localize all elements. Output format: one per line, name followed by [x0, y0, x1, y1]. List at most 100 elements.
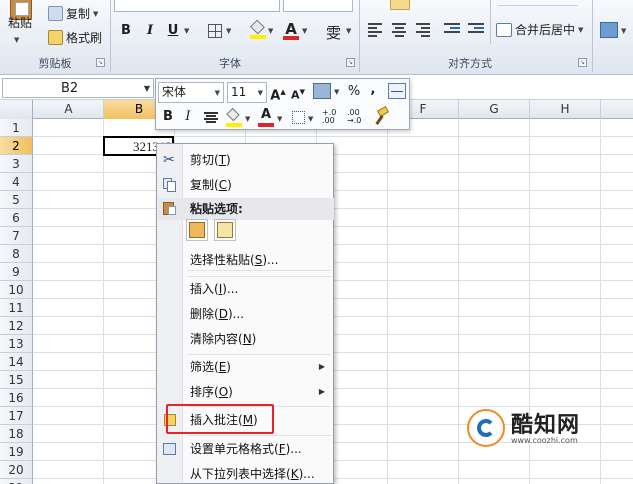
row-header-21[interactable]: 21	[0, 479, 33, 484]
group-divider	[110, 0, 111, 72]
column-header-a[interactable]: A	[34, 100, 104, 119]
chevron-down-icon[interactable]: ▼	[226, 27, 231, 35]
chevron-down-icon[interactable]: ▼	[245, 115, 250, 123]
mini-font-color-icon[interactable]: A	[258, 106, 274, 127]
ribbon-font-name-box[interactable]	[114, 0, 280, 12]
highlight-insert-comment	[166, 404, 274, 434]
merge-center-button[interactable]: 合并后居中 ▼	[496, 21, 583, 38]
menu-item-sort[interactable]: 排序(O) ▶	[157, 380, 333, 404]
chevron-down-icon[interactable]: ▼	[302, 27, 307, 35]
paste-option-values[interactable]	[214, 219, 236, 241]
menu-item-copy[interactable]: 复制(C)	[157, 173, 333, 197]
accounting-format-icon[interactable]	[313, 83, 331, 99]
row-header-19[interactable]: 19	[0, 443, 33, 461]
merge-cells-icon[interactable]	[388, 83, 406, 99]
row-header-18[interactable]: 18	[0, 425, 33, 443]
alignment-launcher-icon[interactable]: ↘	[578, 58, 587, 67]
menu-item-filter[interactable]: 筛选(E) ▶	[157, 355, 333, 379]
menu-paste-options-header: 粘贴选项:	[158, 198, 334, 220]
row-header-13[interactable]: 13	[0, 335, 33, 353]
decrease-decimal-button[interactable]: .00 →.0	[347, 109, 369, 125]
name-box[interactable]: B2 ▼	[2, 78, 154, 98]
row-header-6[interactable]: 6	[0, 209, 33, 227]
align-middle-button[interactable]	[390, 0, 410, 10]
chevron-down-icon[interactable]: ▼	[621, 27, 626, 35]
select-all-corner[interactable]	[0, 100, 33, 119]
row-header-17[interactable]: 17	[0, 407, 33, 425]
align-left-icon[interactable]	[368, 23, 382, 37]
ribbon-bold-button[interactable]: B	[116, 21, 136, 41]
name-box-value: B2	[61, 81, 79, 96]
column-header-h[interactable]: H	[530, 100, 601, 119]
decrease-indent-icon[interactable]	[444, 23, 460, 37]
mini-italic-button[interactable]: I	[180, 107, 196, 127]
chevron-down-icon[interactable]: ▼	[268, 27, 273, 35]
font-launcher-icon[interactable]: ↘	[346, 58, 355, 67]
clipboard-launcher-icon[interactable]: ↘	[96, 58, 105, 67]
font-group-label: 字体	[219, 57, 241, 70]
row-header-4[interactable]: 4	[0, 173, 33, 191]
shrink-font-button[interactable]: A▼	[290, 82, 306, 102]
row-header-15[interactable]: 15	[0, 371, 33, 389]
mini-font-size-box[interactable]: 11 ▼	[227, 82, 267, 103]
percent-button[interactable]: %	[346, 82, 362, 102]
wrap-text-button[interactable]	[498, 0, 578, 6]
number-format-icon[interactable]	[600, 22, 618, 38]
row-header-14[interactable]: 14	[0, 353, 33, 371]
chevron-down-icon[interactable]: ▼	[334, 88, 339, 96]
mini-borders-icon[interactable]	[292, 111, 305, 124]
row-header-20[interactable]: 20	[0, 461, 33, 479]
row-header-3[interactable]: 3	[0, 155, 33, 173]
ribbon: 粘贴 ▼ 复制 ▼ 格式刷 剪贴板 ↘ B I U ▼ ▼ ▼ A ▼ 雯 ▼ …	[0, 0, 633, 75]
menu-item-delete[interactable]: 删除(D)...	[157, 302, 333, 326]
chevron-down-icon[interactable]: ▼	[258, 84, 263, 103]
paste-label[interactable]: 粘贴	[8, 14, 32, 31]
mini-fill-color-icon[interactable]	[226, 107, 242, 127]
chevron-down-icon[interactable]: ▼	[346, 27, 351, 35]
menu-item-pick-from-list[interactable]: 从下拉列表中选择(K)...	[157, 462, 333, 484]
mini-bold-button[interactable]: B	[160, 107, 176, 127]
chevron-down-icon[interactable]: ▼	[184, 27, 189, 35]
row-header-11[interactable]: 11	[0, 299, 33, 317]
font-color-icon[interactable]: A	[283, 20, 299, 40]
ribbon-font-size-box[interactable]	[283, 0, 353, 12]
chevron-down-icon[interactable]: ▼	[277, 115, 282, 123]
ribbon-underline-button[interactable]: U	[163, 21, 183, 41]
copy-button[interactable]: 复制 ▼	[48, 5, 98, 22]
phonetic-icon[interactable]: 雯	[326, 22, 341, 43]
menu-item-format-cells[interactable]: 设置单元格格式(F)...	[157, 437, 333, 461]
row-header-16[interactable]: 16	[0, 389, 33, 407]
menu-item-insert[interactable]: 插入(I)...	[157, 277, 333, 301]
align-center-icon[interactable]	[392, 23, 406, 37]
chevron-down-icon[interactable]: ▼	[308, 115, 313, 123]
column-header-i[interactable]	[601, 100, 633, 119]
row-header-7[interactable]: 7	[0, 227, 33, 245]
row-header-10[interactable]: 10	[0, 281, 33, 299]
chevron-down-icon[interactable]: ▼	[215, 84, 220, 103]
ribbon-italic-button[interactable]: I	[140, 21, 160, 41]
row-header-5[interactable]: 5	[0, 191, 33, 209]
increase-indent-icon[interactable]	[468, 23, 484, 37]
row-header-9[interactable]: 9	[0, 263, 33, 281]
paste-option-keep-formatting[interactable]	[186, 219, 208, 241]
mini-font-name-box[interactable]: 宋体 ▼	[158, 82, 224, 103]
paste-dropdown-arrow[interactable]: ▼	[14, 36, 19, 44]
menu-item-paste-special[interactable]: 选择性粘贴(S)...	[157, 248, 333, 272]
menu-item-clear-contents[interactable]: 清除内容(N)	[157, 327, 333, 351]
row-header-2[interactable]: 2	[0, 137, 33, 155]
menu-item-cut[interactable]: ✂ 剪切(T)	[157, 148, 333, 172]
row-header-12[interactable]: 12	[0, 317, 33, 335]
comma-button[interactable]: ,	[368, 80, 378, 100]
column-header-g[interactable]: G	[459, 100, 530, 119]
increase-decimal-button[interactable]: +.0 .00	[322, 109, 344, 125]
fill-color-icon[interactable]	[250, 19, 266, 39]
mini-align-center-icon[interactable]	[204, 112, 218, 123]
grow-font-button[interactable]: A▲	[270, 82, 286, 103]
chevron-down-icon[interactable]: ▼	[144, 84, 150, 93]
format-painter-button[interactable]: 格式刷	[48, 29, 102, 46]
align-right-icon[interactable]	[416, 23, 430, 37]
format-painter-icon[interactable]	[374, 105, 390, 126]
row-header-1[interactable]: 1	[0, 119, 33, 137]
borders-icon[interactable]	[208, 24, 222, 38]
row-header-8[interactable]: 8	[0, 245, 33, 263]
